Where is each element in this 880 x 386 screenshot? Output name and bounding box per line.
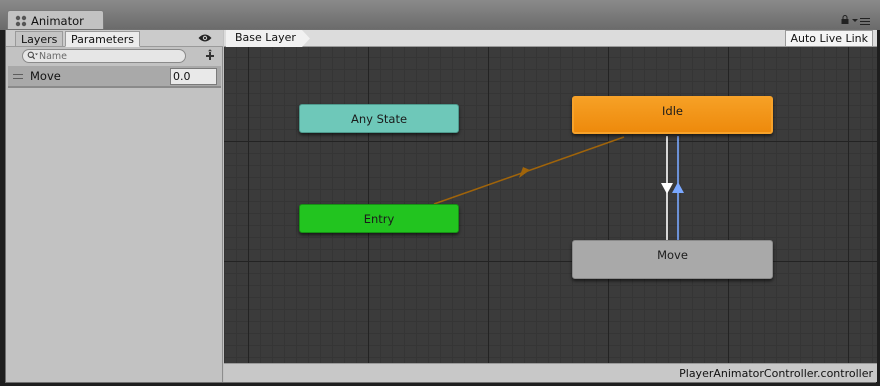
graph-toolbar: Base Layer Auto Live Link [224,30,877,47]
state-move[interactable]: Move [572,240,773,279]
menu-icon[interactable] [852,17,870,25]
transition-entry-to-idle[interactable] [433,136,625,205]
transition-idle-to-move[interactable] [661,136,673,240]
auto-live-link-button[interactable]: Auto Live Link [785,30,873,47]
animator-window-tab[interactable]: Animator [7,10,104,30]
window-titlebar: Animator [0,0,880,30]
search-input[interactable] [39,50,179,62]
parameter-name: Move [30,69,61,83]
state-machine-graph[interactable]: Any State Entry Idle Move [224,47,877,363]
state-idle[interactable]: Idle [572,96,773,134]
status-bar: PlayerAnimatorController.controller [224,363,877,382]
animator-icon [15,15,27,27]
plus-icon [206,49,214,60]
tab-parameters[interactable]: Parameters [65,31,140,47]
window-tab-label: Animator [31,14,84,28]
animator-window: Layers Parameters Move [5,29,877,383]
lock-icon[interactable] [841,15,849,24]
parameter-row[interactable]: Move [8,66,221,88]
eye-icon[interactable] [198,33,212,43]
controller-filename: PlayerAnimatorController.controller [679,367,873,380]
drag-handle-icon[interactable] [13,74,23,79]
breadcrumb[interactable]: Base Layer [226,30,310,47]
search-icon [27,51,38,60]
parameter-search[interactable] [22,49,186,63]
add-parameter-button[interactable] [203,48,217,62]
transition-move-to-idle[interactable] [672,136,684,240]
state-any-state[interactable]: Any State [299,104,459,133]
tab-layers[interactable]: Layers [15,31,64,47]
state-entry[interactable]: Entry [299,204,459,233]
parameters-panel: Layers Parameters Move [6,30,223,382]
parameter-value-field[interactable] [170,68,217,85]
panel-tabs: Layers Parameters [6,30,223,47]
